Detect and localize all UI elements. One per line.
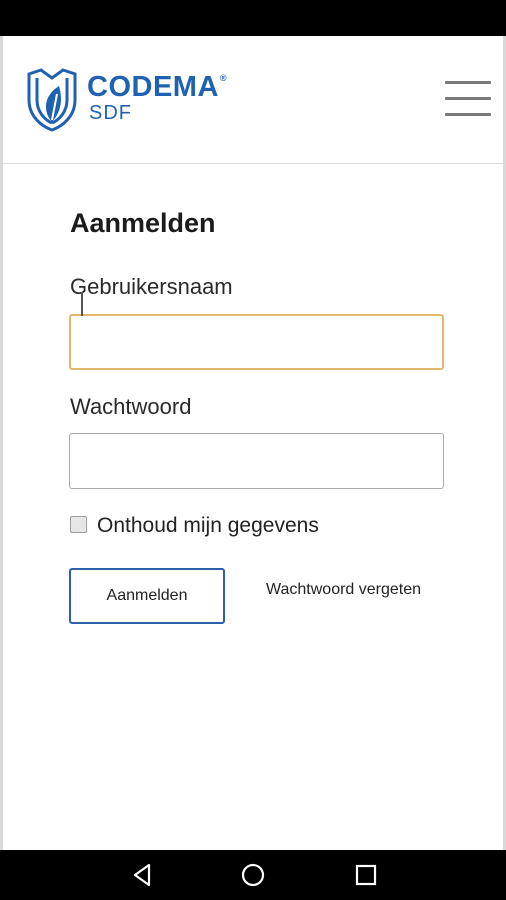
phone-screen: CODEMA® SDF Aanmelden Gebruikersnaam Wac…	[0, 0, 506, 900]
text-cursor	[81, 292, 83, 316]
app-header: CODEMA® SDF	[3, 36, 503, 164]
brand-name: CODEMA®	[87, 71, 228, 103]
brand-subtitle: SDF	[89, 102, 132, 124]
hamburger-menu-icon-line-top	[445, 81, 491, 84]
brand-trademark: ®	[219, 73, 228, 83]
page-title: Aanmelden	[70, 208, 216, 238]
back-triangle-icon[interactable]	[127, 860, 157, 890]
recents-square-icon[interactable]	[351, 860, 381, 890]
password-input[interactable]	[69, 433, 444, 489]
login-button[interactable]: Aanmelden	[69, 568, 225, 624]
hamburger-menu-icon-line-middle	[445, 97, 491, 100]
password-label: Wachtwoord	[70, 394, 192, 419]
remember-me-label[interactable]: Onthoud mijn gegevens	[97, 514, 319, 538]
username-label: Gebruikersnaam	[70, 274, 233, 299]
home-circle-icon[interactable]	[238, 860, 268, 890]
app-frame: CODEMA® SDF Aanmelden Gebruikersnaam Wac…	[0, 36, 506, 850]
status-bar	[0, 0, 506, 36]
hamburger-menu-icon-line-bottom	[445, 113, 491, 116]
menu-button[interactable]	[443, 78, 493, 118]
codema-logo: CODEMA® SDF	[25, 66, 245, 132]
remember-me-checkbox[interactable]	[70, 516, 87, 533]
system-navigation-bar	[0, 850, 506, 900]
shield-leaf-icon	[27, 68, 77, 132]
forgot-password-link[interactable]: Wachtwoord vergeten	[266, 581, 421, 599]
username-input[interactable]	[69, 314, 444, 370]
